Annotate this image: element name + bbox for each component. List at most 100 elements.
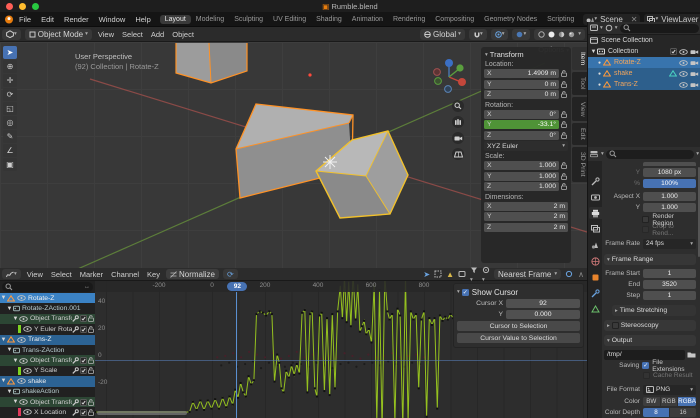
lock-icon[interactable] (559, 70, 568, 77)
perspective-toggle-icon[interactable] (452, 148, 464, 160)
show-cursor-header[interactable]: ▾ ✓ Show Cursor (457, 287, 580, 297)
transform-scale-y-field[interactable]: Y1.000 (484, 172, 559, 181)
viewport-canvas[interactable]: User Perspective (92) Collection | Rotat… (0, 42, 587, 268)
frame-end-field[interactable]: 3520 (643, 280, 696, 289)
transform-scale-x-field[interactable]: X1.000 (484, 161, 559, 170)
cursor-to-selection-button[interactable]: Cursor to Selection (457, 321, 580, 331)
depth-16-option[interactable]: 16 (670, 408, 696, 417)
aspect-y-field[interactable]: 1.000 (643, 203, 696, 212)
file-format-dropdown[interactable]: PNG▾ (643, 385, 696, 395)
resolution-percentage-slider[interactable]: 100% (643, 179, 696, 188)
properties-editor-icon[interactable] (590, 150, 599, 158)
workspace-tab-layout[interactable]: Layout (160, 15, 191, 24)
normalize-refresh-button[interactable]: ⟳ (223, 269, 238, 279)
channel-object-transfor[interactable]: ▼Object Transfor (0, 397, 95, 407)
outliner-row-rotate-z[interactable]: ●Rotate-Z (588, 57, 700, 68)
color-rgb-option[interactable]: RGB (661, 397, 678, 406)
pivot-point-icon[interactable]: ▾ (480, 266, 492, 283)
frame-start-field[interactable]: 1 (643, 269, 696, 278)
sidebar-tab-3d-print[interactable]: 3D Print (572, 147, 587, 182)
stereoscopy-section-header[interactable]: ▸Stereoscopy (604, 320, 696, 331)
cursor-tool[interactable]: ⊕ (3, 60, 17, 73)
select-tool-icon[interactable]: ➤ (421, 270, 432, 279)
material-preview-icon[interactable] (558, 31, 565, 38)
move-tool[interactable]: ✛ (3, 74, 17, 87)
workspace-tab-uv-editing[interactable]: UV Editing (268, 15, 311, 24)
channel-shakeaction[interactable]: ▼shakeAction (0, 387, 95, 397)
fcurve-modifier-icon[interactable]: ∧ (575, 270, 587, 279)
filter-expand-icon[interactable]: ↔ (84, 284, 90, 290)
navigation-gizmo[interactable] (430, 56, 468, 94)
properties-search-input[interactable] (606, 150, 694, 159)
proportional-editing-toggle[interactable]: ▾ (491, 29, 509, 40)
transform-panel-header[interactable]: ▾Transform (485, 50, 568, 59)
frame-range-section-header[interactable]: ▾Frame Range (604, 254, 696, 265)
add-cube-tool[interactable]: ▣ (3, 158, 17, 171)
show-cursor-checkbox[interactable]: ✓ (462, 289, 469, 296)
mode-selector[interactable]: Object Mode▾ (25, 29, 92, 40)
channel-search-input[interactable]: ↔ (2, 282, 93, 292)
channel-object-transfor[interactable]: ▼Object Transfor (0, 314, 95, 324)
graph-menu-view[interactable]: View (23, 270, 47, 279)
color-rgba-option[interactable]: RGBA (678, 397, 696, 406)
current-frame-badge[interactable]: 92 (227, 282, 247, 291)
transform-rotation-y-field[interactable]: Y-33.1° (484, 120, 559, 129)
time-stretching-section-header[interactable]: ▸Time Stretching (612, 305, 696, 316)
lock-icon[interactable] (559, 81, 568, 88)
rendered-shading-icon[interactable] (568, 31, 575, 38)
workspace-tab-compositing[interactable]: Compositing (430, 15, 479, 24)
tool-tab[interactable] (589, 175, 602, 187)
topbar-menu-file[interactable]: File (14, 15, 36, 24)
annotate-tool[interactable]: ✎ (3, 130, 17, 143)
output-section-header[interactable]: ▾Output (604, 335, 696, 346)
workspace-tab-modeling[interactable]: Modeling (191, 15, 229, 24)
workspace-tab-rendering[interactable]: Rendering (388, 15, 430, 24)
object-tab[interactable] (589, 271, 602, 283)
object-cube-trans-z[interactable] (176, 43, 247, 83)
graph-horizontal-scrollbar[interactable] (97, 411, 187, 415)
channel-x-location[interactable]: X Location (0, 407, 95, 417)
workspace-tab-animation[interactable]: Animation (347, 15, 388, 24)
channel-rotate-zaction-001[interactable]: ▼Rotate-ZAction.001 (0, 303, 95, 313)
filter-icon[interactable]: ▾ (468, 266, 480, 283)
depth-8-option[interactable]: 8 (643, 408, 669, 417)
sidebar-tab-tool[interactable]: Tool (572, 72, 587, 94)
transform-scale-z-field[interactable]: Z1.000 (484, 182, 559, 191)
topbar-menu-render[interactable]: Render (59, 15, 94, 24)
transform-location-x-field[interactable]: X1.4909 m (484, 69, 559, 78)
overlays-toggle[interactable]: ▾ (512, 29, 530, 40)
outliner-filter-icon[interactable] (590, 24, 598, 32)
select-tool[interactable]: ➤ (3, 46, 17, 59)
topbar-menu-window[interactable]: Window (94, 15, 131, 24)
channel-rotate-z[interactable]: ▼Rotate-Z (0, 293, 95, 303)
channel-y-euler-rotation[interactable]: Y Euler Rotation (0, 324, 95, 334)
view-layer-tab[interactable] (589, 223, 602, 235)
normalize-toggle[interactable]: Normalize (166, 269, 219, 279)
modifiers-tab[interactable] (589, 287, 602, 299)
graph-canvas[interactable]: 40200-20 -2000200400600800 92 ▾ ✓ Show C… (95, 281, 587, 418)
channel-trans-zaction[interactable]: ▼Trans-ZAction (0, 345, 95, 355)
render-region-checkbox[interactable] (642, 216, 649, 223)
channel-shake[interactable]: ▼shake (0, 376, 95, 386)
file-extensions-checkbox[interactable]: ✓ (642, 362, 649, 369)
transform-dimensions-x-field[interactable]: X2 m (484, 202, 568, 211)
transform-location-z-field[interactable]: Z0 m (484, 90, 559, 99)
workspace-tab-geometry-nodes[interactable]: Geometry Nodes (479, 15, 542, 24)
scene-tab[interactable] (589, 239, 602, 251)
solid-shading-icon[interactable] (548, 31, 555, 38)
topbar-menu-edit[interactable]: Edit (36, 15, 59, 24)
workspace-tab-scripting[interactable]: Scripting (542, 15, 579, 24)
render-tab[interactable] (589, 191, 602, 203)
cursor-value-to-selection-button[interactable]: Cursor Value to Selection (457, 333, 580, 343)
channel-trans-z[interactable]: ▼Trans-Z (0, 335, 95, 345)
world-tab[interactable] (589, 255, 602, 267)
graph-menu-channel[interactable]: Channel (107, 270, 143, 279)
sidebar-tab-view[interactable]: View (572, 97, 587, 122)
editor-type-selector[interactable]: ▾ (2, 29, 21, 40)
snap-toggle[interactable]: ▾ (469, 29, 487, 40)
wireframe-shading-icon[interactable] (538, 31, 545, 38)
playhead[interactable] (236, 292, 238, 418)
cursor-x-field[interactable]: 92 (506, 299, 580, 308)
ghost-curves-icon[interactable] (456, 270, 468, 278)
sidebar-tab-item[interactable]: Item (572, 47, 587, 70)
